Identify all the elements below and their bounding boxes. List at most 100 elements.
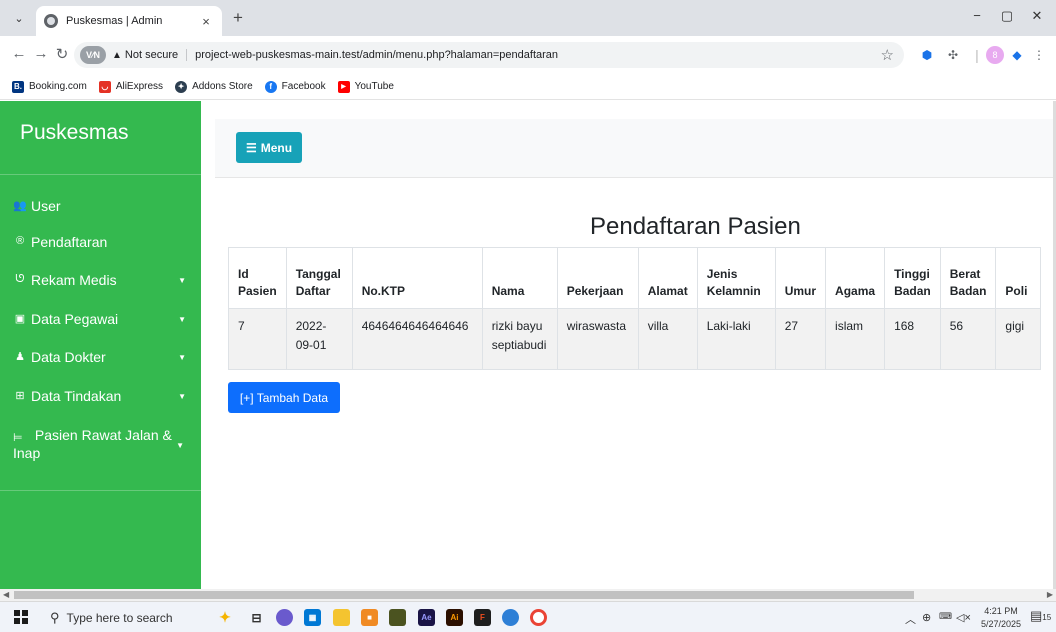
network-globe-icon[interactable]: ⊕	[922, 611, 931, 624]
more-menu-icon[interactable]: ⋮	[1030, 46, 1048, 64]
menu-lines-icon: ☰	[245, 140, 257, 155]
bookmark-label: Addons Store	[192, 81, 253, 92]
tab-close-icon[interactable]: ×	[198, 14, 214, 29]
sidebar-item-label: User	[31, 198, 61, 214]
table-cell: rizki bayu septiabudi	[481, 308, 558, 370]
horizontal-scrollbar[interactable]: ◀ ▶	[0, 589, 1056, 601]
scroll-left-icon[interactable]: ◀	[3, 590, 9, 599]
copilot-icon[interactable]	[276, 609, 293, 626]
chrome-icon[interactable]	[530, 609, 547, 626]
id-card-icon: ▣	[14, 312, 26, 325]
address-bar[interactable]: V⁄N ▲ Not secure project-web-puskesmas-m…	[74, 42, 904, 68]
search-placeholder: Type here to search	[66, 611, 173, 625]
toolbar-divider: |	[975, 47, 979, 63]
table-cell: villa	[637, 308, 698, 370]
sidebar-item-pendaftaran[interactable]: ® Pendaftaran	[0, 234, 201, 250]
menu-toggle-button[interactable]: ☰ Menu	[236, 132, 302, 163]
top-navbar: ☰ Menu	[215, 119, 1056, 178]
booking-icon: B.	[12, 80, 24, 93]
table-cell: 168	[884, 308, 941, 370]
forward-arrow-icon[interactable]: →	[30, 45, 52, 62]
notification-icon[interactable]: ▤15	[1030, 608, 1051, 624]
notification-count: 15	[1042, 613, 1052, 622]
tab-search-icon[interactable]: ⌄	[9, 8, 29, 28]
extensions-puzzle-icon[interactable]: ✣	[944, 46, 962, 64]
volume-icon[interactable]: ◁×	[956, 611, 971, 624]
scrollbar-thumb[interactable]	[14, 591, 914, 599]
close-window-button[interactable]: ✕	[1022, 8, 1052, 24]
table-cell: 7	[228, 308, 287, 370]
back-arrow-icon[interactable]: ←	[8, 45, 30, 62]
sidebar-item-user[interactable]: 👥 User	[0, 198, 201, 214]
sidebar-item-label: Pasien Rawat Jalan & Inap	[13, 427, 172, 461]
after-effects-icon[interactable]: Ae	[418, 609, 435, 626]
sidebar-divider	[0, 490, 201, 491]
browser-tab[interactable]: Puskesmas | Admin ×	[36, 6, 222, 36]
not-secure-label[interactable]: Not secure	[125, 49, 188, 61]
globe-icon	[44, 14, 58, 28]
sidebar-brand[interactable]: Puskesmas	[20, 121, 129, 145]
copilot-sparkle-icon[interactable]: ✦	[212, 609, 238, 626]
input-method-icon[interactable]: ⌨	[939, 611, 952, 622]
reload-icon[interactable]: ↻	[51, 45, 73, 63]
bookmark-youtube[interactable]: ▶ YouTube	[337, 80, 394, 93]
bookmark-label: Booking.com	[29, 81, 87, 92]
bookmark-label: Facebook	[281, 81, 326, 92]
tab-title: Puskesmas | Admin	[66, 15, 163, 27]
bookmark-aliexpress[interactable]: ◡ AliExpress	[98, 80, 164, 93]
taskbar-clock[interactable]: 4:21 PM 5/27/2025	[978, 605, 1024, 631]
figma-icon[interactable]: F	[474, 609, 491, 626]
taskbar-search[interactable]: ⚲ Type here to search	[44, 607, 202, 629]
table-cell: gigi	[995, 308, 1042, 370]
profile-avatar-icon[interactable]: 8	[986, 46, 1004, 64]
registration-table: Id Pasien Tanggal Daftar No.KTP Nama Pek…	[228, 247, 1042, 370]
sidebar-item-pasien-rawat[interactable]: ⊨ Pasien Rawat Jalan & Inap ▼	[0, 426, 184, 462]
page-title: Pendaftaran Pasien	[590, 213, 801, 240]
new-tab-button[interactable]: +	[228, 8, 248, 28]
windows-start-icon[interactable]	[14, 610, 28, 624]
table-cell: Laki-laki	[696, 308, 776, 370]
column-header: Id Pasien	[228, 247, 287, 309]
game-icon[interactable]	[389, 609, 406, 626]
sidebar-item-data-pegawai[interactable]: ▣ Data Pegawai ▼	[0, 311, 201, 327]
column-header: Pekerjaan	[556, 247, 639, 309]
warning-icon: ▲	[112, 49, 122, 61]
bookmark-label: AliExpress	[115, 81, 164, 92]
bookmark-booking[interactable]: B. Booking.com	[12, 80, 87, 93]
scroll-right-icon[interactable]: ▶	[1047, 590, 1053, 599]
users-icon: 👥	[13, 199, 27, 212]
bookmark-facebook[interactable]: f Facebook	[264, 80, 326, 93]
stethoscope-icon: ᘎ	[15, 272, 25, 285]
table-header-row: Id Pasien Tanggal Daftar No.KTP Nama Pek…	[228, 247, 1042, 309]
extension-shield-icon[interactable]: ⬢	[918, 46, 936, 64]
doctor-icon: ♟	[15, 350, 25, 363]
column-header: Agama	[825, 247, 886, 309]
add-data-button[interactable]: [+] Tambah Data	[228, 382, 340, 413]
shield-check-icon[interactable]: ◆	[1008, 46, 1026, 64]
vpn-badge[interactable]: V⁄N	[80, 46, 107, 64]
sublime-icon[interactable]: ■	[361, 609, 378, 626]
illustrator-icon[interactable]: Ai	[446, 609, 463, 626]
bookmarks-bar: B. Booking.com ◡ AliExpress ✦ Addons Sto…	[0, 74, 1056, 100]
caret-down-icon: ▼	[178, 392, 186, 401]
sidebar-item-rekam-medis[interactable]: ᘎ Rekam Medis ▼	[0, 272, 201, 288]
sidebar-divider	[0, 174, 201, 175]
task-view-icon[interactable]: ⊟	[248, 609, 265, 626]
sidebar-item-data-dokter[interactable]: ♟ Data Dokter ▼	[0, 349, 201, 365]
caret-down-icon: ▼	[178, 353, 186, 362]
browser-tab-strip: ⌄ Puskesmas | Admin × + − ▢ ✕	[0, 0, 1056, 36]
bookmark-star-icon[interactable]: ☆	[881, 46, 894, 64]
menu-button-label: Menu	[260, 140, 293, 155]
sidebar: Puskesmas 👥 User ® Pendaftaran ᘎ Rekam M…	[0, 101, 201, 589]
bookmark-addons-store[interactable]: ✦ Addons Store	[175, 80, 253, 93]
file-explorer-icon[interactable]	[333, 609, 350, 626]
app-icon[interactable]	[502, 609, 519, 626]
restore-button[interactable]: ▢	[992, 8, 1022, 24]
column-header: Tanggal Daftar	[285, 247, 353, 309]
url-text[interactable]: project-web-puskesmas-main.test/admin/me…	[195, 49, 880, 61]
sidebar-item-data-tindakan[interactable]: ⊞ Data Tindakan ▼	[0, 388, 201, 404]
tray-chevron-icon[interactable]: ︿	[905, 611, 916, 627]
store-icon[interactable]: ▦	[304, 609, 321, 626]
search-icon: ⚲	[50, 610, 60, 625]
minimize-button[interactable]: −	[962, 8, 992, 23]
